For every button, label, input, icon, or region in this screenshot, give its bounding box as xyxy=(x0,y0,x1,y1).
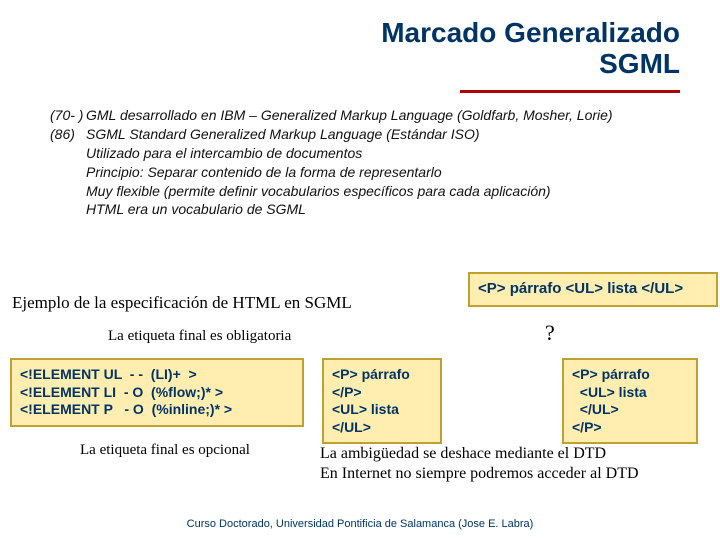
body-text: (70- ) GML desarrollado en IBM – General… xyxy=(50,106,680,219)
bullet-text-4: Principio: Separar contenido de la forma… xyxy=(86,163,680,182)
title-underline xyxy=(460,90,680,93)
example-box-2: <P> párrafo </P> <UL> lista </UL> xyxy=(322,358,442,444)
bullet-text-5: Muy flexible (permite definir vocabulari… xyxy=(86,182,680,201)
bullet-year-1: (70- ) xyxy=(50,106,86,125)
title-line1: Marcado Generalizado xyxy=(381,18,680,49)
tag-optional-label: La etiqueta final es opcional xyxy=(80,442,250,459)
example-box-3: <P> párrafo <UL> lista </UL> </P> xyxy=(562,358,698,444)
ambiguity-note: La ambigüedad se deshace mediante el DTD… xyxy=(320,444,720,484)
tag-required-label: La etiqueta final es obligatoria xyxy=(108,328,291,345)
dtd-code-box: <!ELEMENT UL - - (LI)+ > <!ELEMENT LI - … xyxy=(10,358,304,427)
slide: Marcado Generalizado SGML (70- ) GML des… xyxy=(0,0,720,540)
example-heading: Ejemplo de la especificación de HTML en … xyxy=(12,293,352,313)
bullet-text-3: Utilizado para el intercambio de documen… xyxy=(86,144,680,163)
bullet-year-2: (86) xyxy=(50,125,86,144)
bullet-text-2: SGML Standard Generalized Markup Languag… xyxy=(86,125,680,144)
slide-footer: Curso Doctorado, Universidad Pontificia … xyxy=(0,518,720,530)
bullet-text-1: GML desarrollado en IBM – Generalized Ma… xyxy=(86,106,680,125)
question-mark: ? xyxy=(545,320,555,346)
example-box-1: <P> párrafo <UL> lista </UL> xyxy=(468,272,718,307)
title-line2: SGML xyxy=(381,49,680,80)
slide-title: Marcado Generalizado SGML xyxy=(381,18,680,80)
ambiguity-line-1: La ambigüedad se deshace mediante el DTD xyxy=(320,444,720,464)
ambiguity-line-2: En Internet no siempre podremos acceder … xyxy=(320,464,720,484)
bullet-text-6: HTML era un vocabulario de SGML xyxy=(86,200,680,219)
